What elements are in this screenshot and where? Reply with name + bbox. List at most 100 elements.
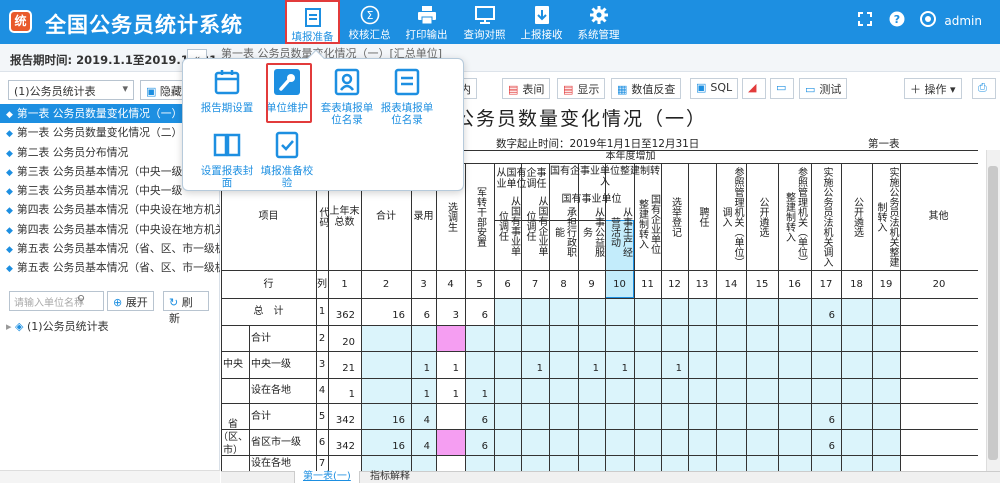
data-cell-bg xyxy=(717,299,746,325)
list-item[interactable]: ◆ 第四表 公务员基本情况（中央设在地方机关 xyxy=(0,220,220,239)
data-cell-bg xyxy=(779,299,811,325)
data-cell-bg xyxy=(606,404,634,429)
check-between-button[interactable]: ▤ 表间 xyxy=(502,78,551,99)
refresh-button[interactable]: ↻ 刷新 xyxy=(163,291,209,325)
data-cell-bg xyxy=(579,299,605,325)
data-cell-bg xyxy=(747,299,778,325)
col-label-header: 列 xyxy=(317,278,327,290)
header-law2: 实施公务员法机关整建制转入 xyxy=(875,166,898,267)
data-cell-bg xyxy=(779,352,811,378)
expand-button[interactable]: ⊕ 展开 xyxy=(107,291,154,311)
caret-right-icon: ▸ xyxy=(6,320,16,333)
calendar-icon xyxy=(212,67,242,97)
data-cell-bg xyxy=(635,299,661,325)
row-code: 7 xyxy=(318,457,326,469)
table-set-select[interactable]: (1)公务员统计表 ▾ xyxy=(8,80,134,100)
column-number: 5 xyxy=(476,278,483,290)
stack-icon: ◈ xyxy=(15,320,27,333)
popup-item-period[interactable]: 报告期设置 xyxy=(196,67,258,114)
popup-item-set-units[interactable]: 套表填报单位名录 xyxy=(316,67,378,126)
selection-highlight xyxy=(266,63,312,123)
scrollbar-thumb[interactable] xyxy=(988,166,998,460)
data-cell-bg xyxy=(842,456,872,471)
data-cell-bg xyxy=(550,456,578,471)
fullscreen-icon[interactable] xyxy=(858,12,872,30)
popup-item-validation[interactable]: 填报准备校验 xyxy=(256,130,318,189)
data-cell-bg xyxy=(747,379,778,403)
test-button[interactable]: ▭ 测试 xyxy=(799,78,848,99)
data-cell-bg xyxy=(522,299,549,325)
unit-search-input[interactable]: 请输入单位名称 xyxy=(9,291,104,311)
gear-icon xyxy=(571,5,626,25)
contact-card-icon xyxy=(332,67,362,97)
tab-indicator-notes[interactable]: 指标解释 xyxy=(362,471,418,483)
clear-button[interactable]: ◢ xyxy=(742,78,766,99)
column-number: 4 xyxy=(447,278,454,290)
monitor-icon xyxy=(457,5,512,25)
row-code: 5 xyxy=(318,410,326,422)
print-button[interactable]: ⎙ xyxy=(972,78,996,99)
data-cell: 1 xyxy=(423,389,430,400)
popup-item-cover[interactable]: 设置报表封面 xyxy=(196,130,258,189)
data-cell-bg xyxy=(579,326,605,351)
nav-query-compare[interactable]: 查询对照 xyxy=(457,0,512,44)
chevron-down-icon: ▾ xyxy=(946,83,956,96)
list-item[interactable]: ◆ 第五表 公务员基本情况（省、区、市一级机 xyxy=(0,258,220,277)
row-group-label: 中央 xyxy=(223,358,243,370)
data-cell-bg xyxy=(522,326,549,351)
data-cell-bg xyxy=(812,352,841,378)
list-item[interactable]: ◆ 第四表 公务员基本情况（中央设在地方机关 xyxy=(0,200,220,219)
row-label: 合计 xyxy=(251,332,271,344)
data-cell-bg xyxy=(689,404,716,429)
nav-fill-prep[interactable]: 填报准备 xyxy=(285,0,340,44)
data-cell-bg xyxy=(495,430,521,455)
data-cell-bg xyxy=(550,404,578,429)
value-lookup-button[interactable]: ▦ 数值反查 xyxy=(611,78,682,99)
data-cell-bg xyxy=(495,352,521,378)
nav-system-admin[interactable]: 系统管理 xyxy=(571,0,626,44)
display-icon: ▤ xyxy=(563,83,574,96)
table-icon: ▤ xyxy=(508,83,519,96)
data-cell-bg xyxy=(662,299,688,325)
data-cell-bg xyxy=(635,404,661,429)
help-icon[interactable]: ? xyxy=(889,11,905,31)
display-button[interactable]: ▤ 显示 xyxy=(557,78,606,99)
data-cell-bg xyxy=(747,430,778,455)
header-ref: 参照管理机关（单位）调入 xyxy=(720,166,743,267)
header-ent: 国有企业单位整建制转入 xyxy=(636,194,660,254)
data-cell-bg xyxy=(689,430,716,455)
sql-button[interactable]: ▣ SQL xyxy=(690,78,739,99)
search-icon[interactable]: ⚲ xyxy=(77,293,85,306)
sheet-title: 公务员数量变化情况（一） xyxy=(455,108,708,130)
data-cell-bg xyxy=(579,456,605,471)
data-cell-bg xyxy=(779,326,811,351)
data-cell-bg xyxy=(635,379,661,403)
data-cell-bg xyxy=(689,456,716,471)
data-cell-bg xyxy=(550,299,578,325)
popup-item-report-units[interactable]: 报表填报单位名录 xyxy=(376,67,438,126)
data-cell: 1 xyxy=(452,363,459,374)
data-cell-bg xyxy=(362,326,411,351)
tab-sheet-1[interactable]: 第一表(一) xyxy=(294,471,360,483)
data-cell-bg xyxy=(635,326,661,351)
row-code: 4 xyxy=(318,385,326,396)
data-cell-bg xyxy=(522,456,549,471)
list-item[interactable]: ◆ 第五表 公务员基本情况（省、区、市一级机 xyxy=(0,239,220,258)
row-label: 中央一级 xyxy=(251,359,291,370)
home-icon: ◆ xyxy=(6,206,13,217)
data-cell: 1 xyxy=(675,363,682,374)
operation-dropdown[interactable]: ＋ 操作 ▾ xyxy=(904,78,962,99)
window-button[interactable]: ▭ xyxy=(770,78,794,99)
nav-check-summary[interactable]: Σ 校核汇总 xyxy=(342,0,397,44)
tree-root[interactable]: ▸ ◈ (1)公务员统计表 xyxy=(6,318,109,334)
header-other: 其他 xyxy=(928,211,949,222)
user-name[interactable]: admin xyxy=(944,14,982,28)
clipboard-icon xyxy=(287,7,338,27)
data-cell-bg xyxy=(717,456,746,471)
data-cell: 6 xyxy=(828,310,835,321)
nav-print-output[interactable]: 打印输出 xyxy=(399,0,454,44)
avatar[interactable] xyxy=(920,11,936,31)
popup-item-unit-maintenance[interactable]: 单位维护 xyxy=(256,63,318,123)
nav-report-receive[interactable]: 上报接收 xyxy=(514,0,569,44)
data-cell: 4 xyxy=(423,414,430,426)
